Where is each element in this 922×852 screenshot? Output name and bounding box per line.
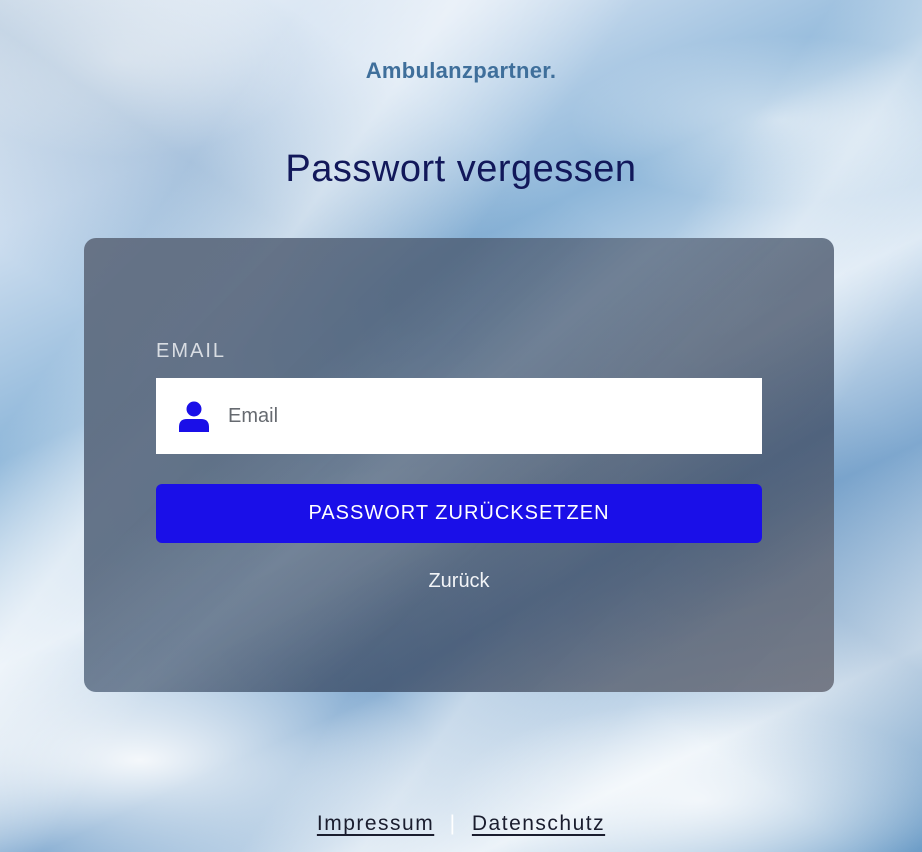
impressum-link[interactable]: Impressum — [317, 812, 434, 835]
email-label: EMAIL — [156, 340, 227, 362]
footer-links: Impressum | Datenschutz — [0, 812, 922, 836]
forgot-password-card: EMAIL PASSWORT ZURÜCKSETZEN Zurück — [84, 238, 834, 692]
page-title: Passwort vergessen — [285, 148, 637, 190]
email-input[interactable] — [226, 395, 762, 437]
back-link[interactable]: Zurück — [84, 570, 834, 593]
reset-password-button[interactable]: PASSWORT ZURÜCKSETZEN — [156, 484, 762, 543]
footer-separator: | — [449, 812, 457, 835]
brand-logo: Ambulanzpartner. — [365, 58, 557, 83]
datenschutz-link[interactable]: Datenschutz — [472, 812, 605, 835]
email-input-wrapper[interactable] — [156, 378, 762, 454]
user-icon — [178, 400, 210, 432]
